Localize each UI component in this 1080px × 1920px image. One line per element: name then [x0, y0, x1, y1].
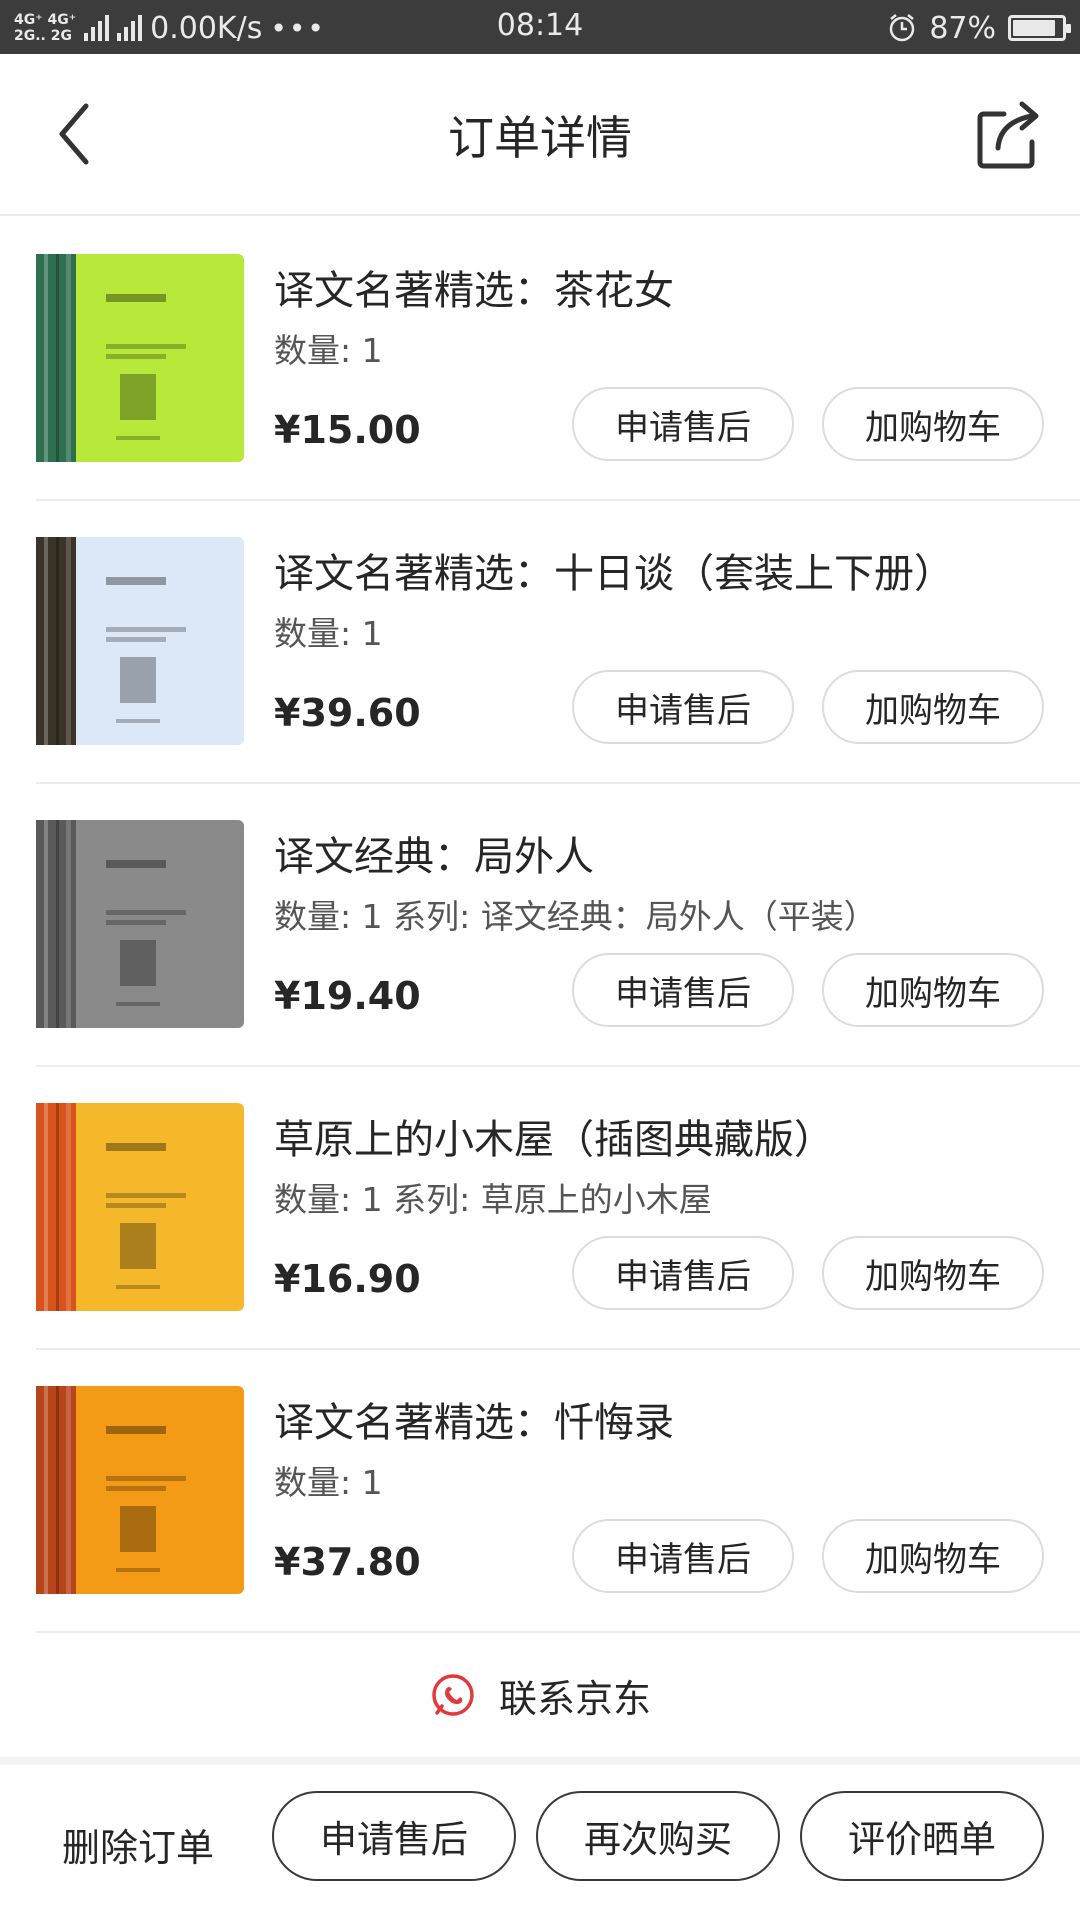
item-title[interactable]: 译文经典：局外人 [274, 824, 594, 882]
share-icon[interactable] [974, 92, 1044, 172]
item-price: ¥15.00 [274, 408, 421, 452]
alarm-icon [890, 14, 915, 42]
order-item[interactable]: 草原上的小木屋（插图典藏版） 数量: 1 系列: 草原上的小木屋 ¥16.90 … [36, 1067, 1080, 1350]
item-price: ¥39.60 [274, 691, 421, 735]
book-cover-image[interactable] [36, 254, 244, 462]
item-meta: 数量: 1 [274, 331, 383, 370]
item-add-cart-button[interactable]: 加购物车 [822, 1236, 1044, 1310]
phone-chat-icon [432, 1674, 474, 1716]
page-header: 订单详情 [0, 54, 1080, 216]
item-meta: 数量: 1 系列: 译文经典：局外人（平装） [274, 897, 877, 936]
book-cover-image[interactable] [36, 1386, 244, 1594]
item-after-sale-button[interactable]: 申请售后 [572, 387, 794, 461]
item-meta: 数量: 1 [274, 614, 383, 653]
order-item[interactable]: 译文名著精选：茶花女 数量: 1 ¥15.00 申请售后 加购物车 [36, 218, 1080, 501]
item-meta: 数量: 1 系列: 草原上的小木屋 [274, 1180, 712, 1219]
item-price: ¥16.90 [274, 1257, 421, 1301]
book-cover-image[interactable] [36, 1103, 244, 1311]
after-sale-button[interactable]: 申请售后 [272, 1791, 516, 1881]
item-after-sale-button[interactable]: 申请售后 [572, 953, 794, 1027]
chevron-left-icon[interactable] [48, 94, 108, 174]
item-price: ¥37.80 [274, 1540, 421, 1584]
book-cover-image[interactable] [36, 820, 244, 1028]
item-title[interactable]: 草原上的小木屋（插图典藏版） [274, 1107, 834, 1165]
battery-percent: 87% [929, 10, 996, 46]
item-after-sale-button[interactable]: 申请售后 [572, 1519, 794, 1593]
bottom-action-bar: 删除订单 申请售后 再次购买 评价晒单 [0, 1765, 1080, 1920]
status-bar: 4G⁺ 4G⁺ 2G.. 2G 0.00K/s ••• 08:14 87% [0, 0, 1080, 54]
item-add-cart-button[interactable]: 加购物车 [822, 953, 1044, 1027]
battery-level [1013, 20, 1055, 36]
item-add-cart-button[interactable]: 加购物车 [822, 670, 1044, 744]
contact-jd-button[interactable]: 联系京东 [0, 1633, 1080, 1757]
item-title[interactable]: 译文名著精选：茶花女 [274, 258, 674, 316]
battery-icon [1008, 15, 1071, 41]
delete-order-link[interactable]: 删除订单 [62, 1817, 214, 1872]
item-add-cart-button[interactable]: 加购物车 [822, 1519, 1044, 1593]
order-item[interactable]: 译文名著精选：忏悔录 数量: 1 ¥37.80 申请售后 加购物车 [36, 1350, 1080, 1633]
rebuy-button[interactable]: 再次购买 [536, 1791, 780, 1881]
item-meta: 数量: 1 [274, 1463, 383, 1502]
contact-label: 联系京东 [498, 1676, 651, 1721]
item-add-cart-button[interactable]: 加购物车 [822, 387, 1044, 461]
book-cover-image[interactable] [36, 537, 244, 745]
item-after-sale-button[interactable]: 申请售后 [572, 670, 794, 744]
status-right: 87% [887, 8, 1071, 48]
item-title[interactable]: 译文名著精选：忏悔录 [274, 1390, 674, 1448]
item-price: ¥19.40 [274, 974, 421, 1018]
order-item[interactable]: 译文名著精选：十日谈（套装上下册） 数量: 1 ¥39.60 申请售后 加购物车 [36, 501, 1080, 784]
review-button[interactable]: 评价晒单 [800, 1791, 1044, 1881]
order-item[interactable]: 译文经典：局外人 数量: 1 系列: 译文经典：局外人（平装） ¥19.40 申… [36, 784, 1080, 1067]
item-after-sale-button[interactable]: 申请售后 [572, 1236, 794, 1310]
page-title: 订单详情 [448, 111, 632, 165]
item-title[interactable]: 译文名著精选：十日谈（套装上下册） [274, 541, 954, 599]
section-divider [0, 1757, 1080, 1765]
